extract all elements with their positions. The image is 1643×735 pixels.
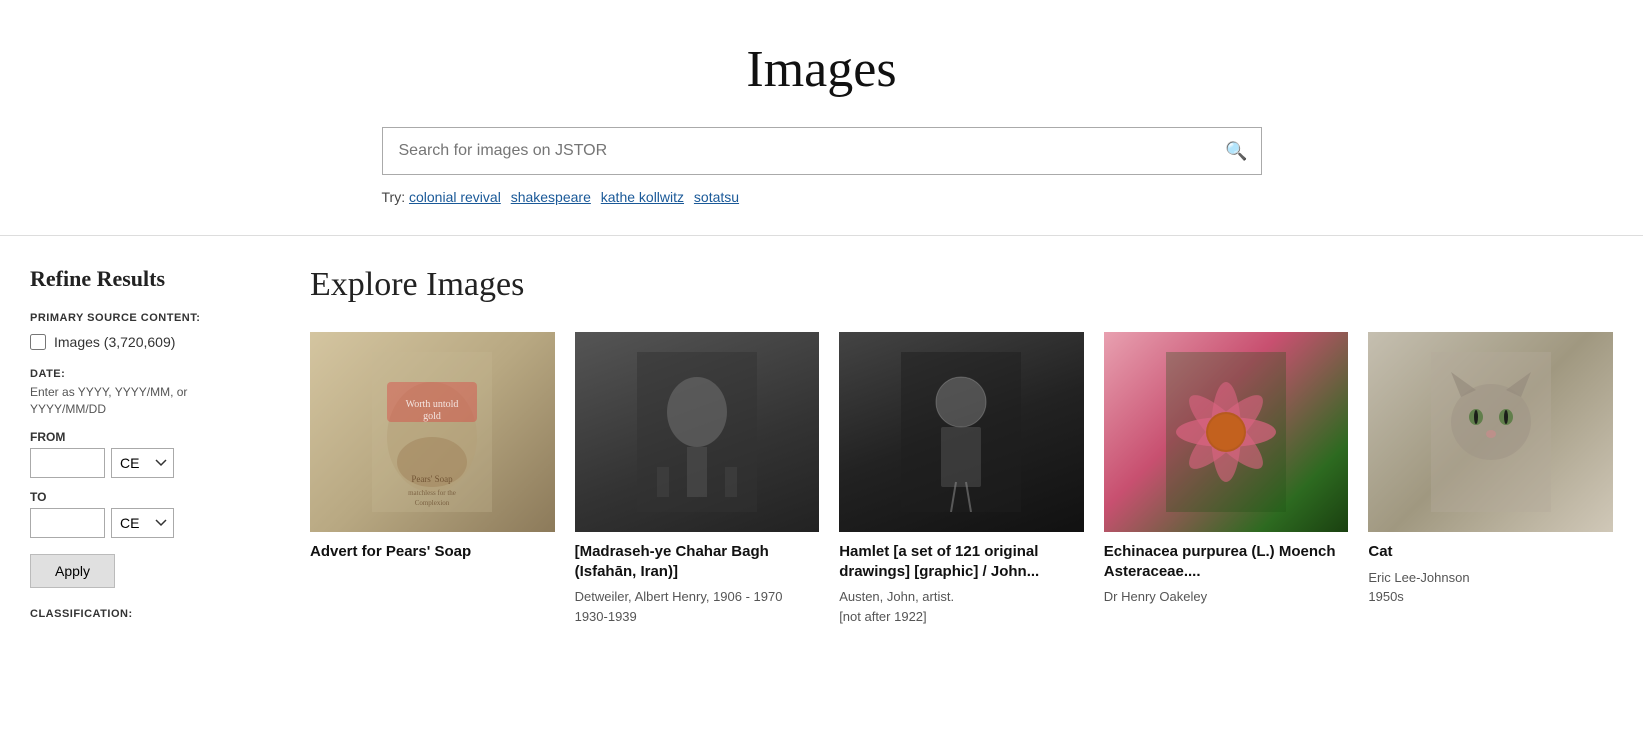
try-label: Try: xyxy=(382,189,406,205)
svg-text:matchless for the: matchless for the xyxy=(408,489,456,497)
image-card-title-0: Advert for Pears' Soap xyxy=(310,542,555,562)
suggestion-colonial-revival[interactable]: colonial revival xyxy=(409,189,501,205)
image-card-meta-3: Dr Henry Oakeley xyxy=(1104,587,1349,607)
image-card-meta-4: Eric Lee-Johnson 1950s xyxy=(1368,568,1613,607)
image-card-author-4: Eric Lee-Johnson xyxy=(1368,568,1613,588)
primary-source-label: PRIMARY SOURCE CONTENT: xyxy=(30,312,250,324)
to-date-input[interactable] xyxy=(30,508,105,538)
from-label: FROM xyxy=(30,430,250,444)
suggestion-shakespeare[interactable]: shakespeare xyxy=(511,189,591,205)
classification-label: CLASSIFICATION: xyxy=(30,608,250,620)
suggestion-kathe-kollwitz[interactable]: kathe kollwitz xyxy=(601,189,684,205)
to-label: TO xyxy=(30,490,250,504)
search-input[interactable] xyxy=(382,127,1262,175)
image-card-author-2: Austen, John, artist. xyxy=(839,587,1084,607)
image-card-meta-2: Austen, John, artist. [not after 1922] xyxy=(839,587,1084,626)
image-card-date-2: [not after 1922] xyxy=(839,607,1084,627)
sidebar: Refine Results PRIMARY SOURCE CONTENT: I… xyxy=(30,266,270,620)
image-card-title-1: [Madraseh-ye Chahar Bagh (Isfahān, Iran)… xyxy=(575,542,820,581)
content-area: Explore Images Worth untold gold Pears' … xyxy=(270,266,1613,626)
image-card-1[interactable]: [Madraseh-ye Chahar Bagh (Isfahān, Iran)… xyxy=(575,332,820,626)
image-card-author-3: Dr Henry Oakeley xyxy=(1104,587,1349,607)
image-card-0[interactable]: Worth untold gold Pears' Soap matchless … xyxy=(310,332,555,626)
page-title: Images xyxy=(746,40,896,99)
image-thumbnail-1 xyxy=(575,332,820,532)
to-ce-select[interactable]: CE BCE xyxy=(111,508,174,538)
header-section: Images 🔍 Try: colonial revival shakespea… xyxy=(0,0,1643,236)
search-button[interactable]: 🔍 xyxy=(1212,127,1262,175)
date-label: DATE: xyxy=(30,368,250,380)
image-card-date-4: 1950s xyxy=(1368,587,1613,607)
image-card-3[interactable]: Echinacea purpurea (L.) Moench Asteracea… xyxy=(1104,332,1349,626)
images-checkbox-row: Images (3,720,609) xyxy=(30,334,250,350)
image-thumbnail-4 xyxy=(1368,332,1613,532)
image-card-2[interactable]: Hamlet [a set of 121 original drawings] … xyxy=(839,332,1084,626)
from-date-input[interactable] xyxy=(30,448,105,478)
image-card-meta-1: Detweiler, Albert Henry, 1906 - 1970 193… xyxy=(575,587,820,626)
suggestion-sotatsu[interactable]: sotatsu xyxy=(694,189,739,205)
image-card-date-1: 1930-1939 xyxy=(575,607,820,627)
image-card-title-4: Cat xyxy=(1368,542,1613,562)
svg-text:Worth untold: Worth untold xyxy=(406,399,459,410)
image-card-author-1: Detweiler, Albert Henry, 1906 - 1970 xyxy=(575,587,820,607)
search-bar-wrapper: 🔍 xyxy=(382,127,1262,175)
image-card-title-3: Echinacea purpurea (L.) Moench Asteracea… xyxy=(1104,542,1349,581)
svg-text:Complexion: Complexion xyxy=(415,499,450,507)
sidebar-title: Refine Results xyxy=(30,266,250,292)
try-section: Try: colonial revival shakespeare kathe … xyxy=(382,189,1262,205)
from-date-row: CE BCE xyxy=(30,448,250,478)
svg-text:Pears' Soap: Pears' Soap xyxy=(412,474,454,484)
date-hint: Enter as YYYY, YYYY/MM, or YYYY/MM/DD xyxy=(30,384,250,418)
images-checkbox-label[interactable]: Images (3,720,609) xyxy=(54,334,175,350)
search-icon: 🔍 xyxy=(1225,141,1247,161)
image-card-4[interactable]: Cat Eric Lee-Johnson 1950s xyxy=(1368,332,1613,626)
images-checkbox[interactable] xyxy=(30,334,46,350)
to-date-row: CE BCE xyxy=(30,508,250,538)
from-ce-select[interactable]: CE BCE xyxy=(111,448,174,478)
image-thumbnail-2 xyxy=(839,332,1084,532)
image-thumbnail-3 xyxy=(1104,332,1349,532)
main-layout: Refine Results PRIMARY SOURCE CONTENT: I… xyxy=(0,236,1643,656)
image-grid: Worth untold gold Pears' Soap matchless … xyxy=(310,332,1613,626)
apply-button[interactable]: Apply xyxy=(30,554,115,588)
explore-title: Explore Images xyxy=(310,266,1613,304)
image-thumbnail-0: Worth untold gold Pears' Soap matchless … xyxy=(310,332,555,532)
svg-text:gold: gold xyxy=(423,411,441,422)
image-card-title-2: Hamlet [a set of 121 original drawings] … xyxy=(839,542,1084,581)
